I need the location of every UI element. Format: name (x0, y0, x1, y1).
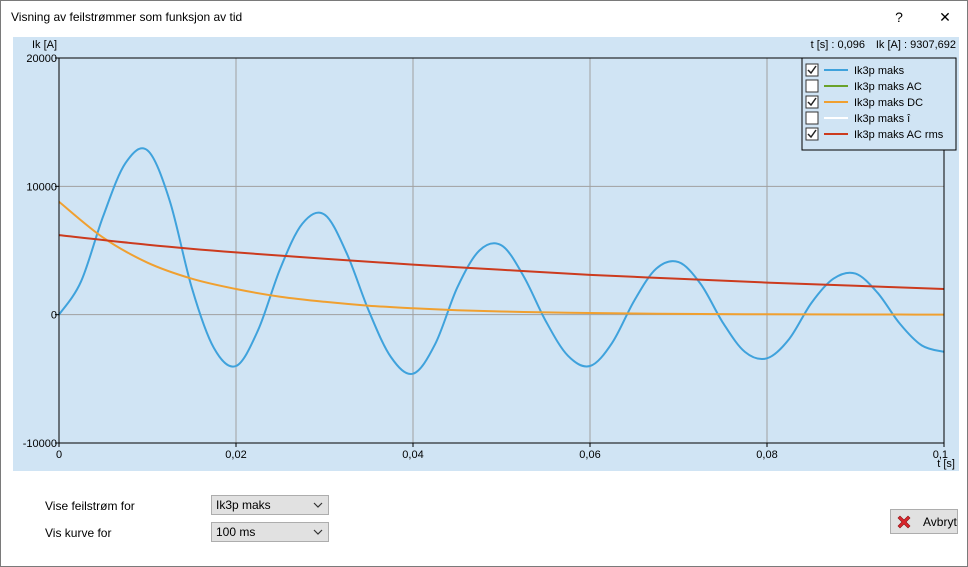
x-axis-label: t [s] (937, 458, 955, 470)
legend-label-3: Ik3p maks î (854, 113, 911, 125)
title-bar: Visning av feilstrømmer som funksjon av … (1, 1, 967, 33)
cancel-x-icon (897, 515, 911, 528)
legend-checkbox-1[interactable] (805, 79, 819, 93)
legend-label-1: Ik3p maks AC (854, 81, 922, 93)
dialog-window: Visning av feilstrømmer som funksjon av … (0, 0, 968, 567)
close-button[interactable]: ✕ (923, 1, 967, 33)
legend-label-2: Ik3p maks DC (854, 97, 923, 109)
x-tick-label: 0,06 (579, 449, 600, 461)
vise-select[interactable]: Ik3p maks (211, 495, 329, 515)
chart-area: 0 0,02 0,04 0,06 0,08 0,1 -10000 0 10000 20000 Ik… (13, 37, 959, 471)
window-title: Visning av feilstrømmer som funksjon av … (11, 10, 243, 24)
help-button[interactable]: ? (877, 1, 921, 33)
kurve-select-value: 100 ms (216, 525, 256, 539)
legend-label-4: Ik3p maks AC rms (854, 129, 944, 141)
cancel-button[interactable]: Avbryt (890, 509, 958, 534)
y-tick-label: 10000 (26, 181, 57, 193)
x-tick-label: 0 (56, 449, 62, 461)
legend-checkbox-2[interactable] (805, 95, 819, 109)
cancel-label: Avbryt (923, 514, 957, 529)
y-tick-label: 20000 (26, 53, 57, 65)
legend-label-0: Ik3p maks (854, 65, 905, 77)
readout-current: Ik [A] : 9307,692 (876, 39, 956, 51)
chevron-down-icon (313, 502, 323, 508)
legend-checkbox-3[interactable] (805, 111, 819, 125)
current-chart: 0 0,02 0,04 0,06 0,08 0,1-1000001000020000 Ik… (13, 37, 959, 471)
y-tick-label: 0 (51, 310, 57, 322)
y-tick-label: -10000 (23, 438, 57, 450)
x-tick-label: 0,04 (402, 449, 423, 461)
kurve-label: Vis kurve for (45, 526, 112, 540)
x-tick-label: 0,02 (225, 449, 246, 461)
vise-label: Vise feilstrøm for (45, 499, 135, 513)
x-tick-label: 0,08 (756, 449, 777, 461)
y-axis-label: Ik [A] (32, 39, 57, 51)
vise-select-value: Ik3p maks (216, 498, 271, 512)
legend-checkbox-0[interactable] (805, 63, 819, 77)
chevron-down-icon (313, 529, 323, 535)
readout-time: t [s] : 0,096 (811, 39, 865, 51)
legend-checkbox-4[interactable] (805, 127, 819, 141)
chart-legend: Ik3p maks Ik3p maks AC Ik3p maks DC Ik3p ma… (801, 57, 957, 151)
kurve-select[interactable]: 100 ms (211, 522, 329, 542)
